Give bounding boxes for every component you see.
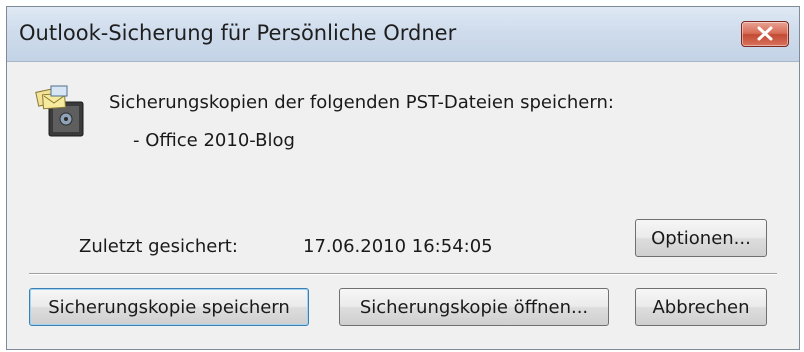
- options-button[interactable]: Optionen...: [635, 219, 767, 257]
- backup-dialog: Outlook-Sicherung für Persönliche Ordner…: [6, 6, 800, 350]
- separator: [29, 273, 777, 275]
- cancel-button[interactable]: Abbrechen: [635, 288, 767, 326]
- close-icon: [757, 26, 773, 41]
- close-button[interactable]: [741, 21, 789, 47]
- backup-safe-icon: [35, 85, 84, 137]
- save-backup-button[interactable]: Sicherungskopie speichern: [29, 288, 309, 326]
- open-backup-button[interactable]: Sicherungskopie öffnen...: [339, 288, 609, 326]
- backup-message: Sicherungskopien der folgenden PST-Datei…: [109, 92, 614, 113]
- title-bar[interactable]: Outlook-Sicherung für Persönliche Ordner: [7, 7, 799, 62]
- last-saved-timestamp: 17.06.2010 16:54:05: [303, 236, 493, 257]
- dialog-content: Sicherungskopien der folgenden PST-Datei…: [7, 62, 799, 349]
- last-saved-label: Zuletzt gesichert:: [79, 236, 238, 257]
- window-title: Outlook-Sicherung für Persönliche Ordner: [19, 21, 457, 45]
- pst-file-item: - Office 2010-Blog: [133, 130, 295, 151]
